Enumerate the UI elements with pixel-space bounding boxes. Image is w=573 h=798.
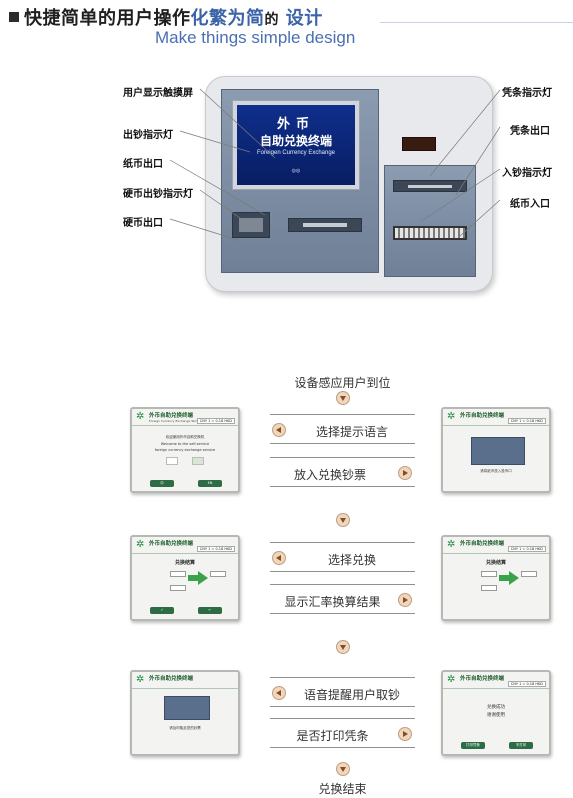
brand-logo-icon: ✲ [447, 411, 456, 422]
brand-logo-icon: ✲ [136, 674, 145, 685]
brand-logo-icon: ✲ [136, 539, 145, 550]
mini-welcome-en1: Welcome to the self-service [160, 442, 210, 446]
down-arrow-icon [336, 391, 350, 405]
flag-icon [192, 457, 204, 465]
flow-start: 设备感应用户到位 [294, 376, 391, 390]
right-arrow-icon [398, 727, 412, 741]
machine-thumbnail [164, 696, 210, 720]
callout-touchscreen: 用户显示触摸屏 [123, 88, 193, 99]
mini-success: 兑换成功 [487, 705, 505, 710]
confirm-button[interactable]: ✓ [150, 607, 174, 614]
down-arrow-icon [336, 640, 350, 654]
screen-print-receipt: ✲ 外币自助兑换终端 CNY 1 = 0.18 HKD 兑换成功 谢谢使用 打印凭条… [441, 670, 551, 756]
source-amount-field [170, 571, 186, 577]
flow-step-6-label: 是否打印凭条 [296, 729, 369, 743]
mini-brand: 外币自助兑换终端 [149, 541, 194, 547]
flow-step-3-label: 选择兑换 [327, 553, 376, 567]
flow-step-1-label: 选择提示语言 [315, 425, 388, 439]
mini-insert-cn: 请将纸币放入投币口 [480, 469, 512, 473]
flow-end: 兑换结束 [318, 782, 367, 796]
mini-rate: CNY 1 = 0.18 HKD [507, 546, 546, 552]
callout-coin-outlet: 硬币出口 [123, 218, 163, 229]
mini-take-cash: 请及时取走您的钞票 [169, 726, 201, 730]
left-arrow-icon [272, 686, 286, 700]
language-en-button[interactable]: EN [198, 480, 222, 487]
right-arrow-icon [398, 466, 412, 480]
mini-brand: 外币自助兑换终端 [460, 541, 505, 547]
print-receipt-button[interactable]: 打印凭条 [461, 742, 485, 749]
screen-take-cash: ✲ 外币自助兑换终端 请及时取走您的钞票 [130, 670, 240, 756]
screen-insert-notes: ✲ 外币自助兑换终端 CNY 1 = 0.18 HKD 请将纸币放入投币口 [441, 407, 551, 493]
amount-field [170, 585, 186, 591]
flow-step-4-label: 显示汇率换算结果 [284, 595, 381, 609]
mini-exchange-title: 兑换结算 [174, 560, 195, 566]
green-arrow-icon [509, 571, 519, 585]
callout-coin-out-light: 硬币出钞指示灯 [123, 189, 193, 200]
mini-rate: CNY 1 = 0.18 HKD [507, 418, 546, 424]
brand-logo-icon: ✲ [447, 674, 456, 685]
flow-step-3: 选择兑换 [270, 542, 415, 572]
mini-rate: CNY 1 = 0.18 HKD [507, 681, 546, 687]
down-arrow-icon [336, 513, 350, 527]
screen-language-select: ✲ 外币自助兑换终端 Foreign Currency Exchange Termi… [130, 407, 240, 493]
callout-note-outlet: 纸币出口 [123, 159, 163, 170]
down-arrow-icon [336, 762, 350, 776]
language-cn-button[interactable]: 中 [150, 480, 174, 487]
no-print-button[interactable]: 不打印 [509, 742, 533, 749]
screen-exchange-result: ✲ 外币自助兑换终端 CNY 1 = 0.18 HKD 兑换结算 [441, 535, 551, 621]
machine-thumbnail [471, 437, 525, 465]
flow-step-1: 选择提示语言 [270, 414, 415, 444]
mini-brand: 外币自助兑换终端 [149, 676, 194, 682]
flow-step-6: 是否打印凭条 [270, 718, 415, 748]
flag-icon [166, 457, 178, 465]
callout-receipt-outlet: 凭条出口 [510, 126, 550, 137]
flow-step-2: 放入兑换钞票 [270, 457, 415, 487]
flow-step-5-label: 语音提醒用户取钞 [303, 688, 400, 702]
callout-note-out-light: 出钞指示灯 [123, 130, 173, 141]
mini-brand-en: Foreign Currency Exchange Terminal [149, 419, 204, 423]
flow-step-5: 语音提醒用户取钞 [270, 677, 415, 707]
mini-welcome-en2: foreign currency exchange service [154, 448, 216, 452]
mini-brand: 外币自助兑换终端 [460, 676, 505, 682]
flow-step-4: 显示汇率换算结果 [270, 584, 415, 614]
callout-receipt-light: 凭条指示灯 [502, 88, 552, 99]
callout-note-in-light: 入钞指示灯 [502, 168, 552, 179]
back-button[interactable]: ← [198, 607, 222, 614]
left-arrow-icon [272, 551, 286, 565]
green-arrow-icon [198, 571, 208, 585]
right-arrow-icon [398, 593, 412, 607]
left-arrow-icon [272, 423, 286, 437]
flow-step-2-label: 放入兑换钞票 [293, 468, 366, 482]
mini-exchange-title: 兑换结算 [485, 560, 506, 566]
mini-rate: CNY 1 = 0.18 HKD [196, 546, 235, 552]
callout-note-inlet: 纸币入口 [510, 199, 550, 210]
mini-rate: CNY 1 = 0.18 HKD [196, 418, 235, 424]
brand-logo-icon: ✲ [447, 539, 456, 550]
mini-brand: 外币自助兑换终端 [460, 413, 505, 419]
mini-welcome-cn: 欢迎使用外币自助兑换机 [165, 435, 205, 439]
brand-logo-icon: ✲ [136, 411, 145, 422]
target-amount-field [210, 571, 226, 577]
mini-brand: 外币自助兑换终端 [149, 413, 194, 419]
mini-thanks: 谢谢使用 [487, 713, 505, 718]
screen-exchange-select: ✲ 外币自助兑换终端 CNY 1 = 0.18 HKD 兑换结算 ✓ ← [130, 535, 240, 621]
